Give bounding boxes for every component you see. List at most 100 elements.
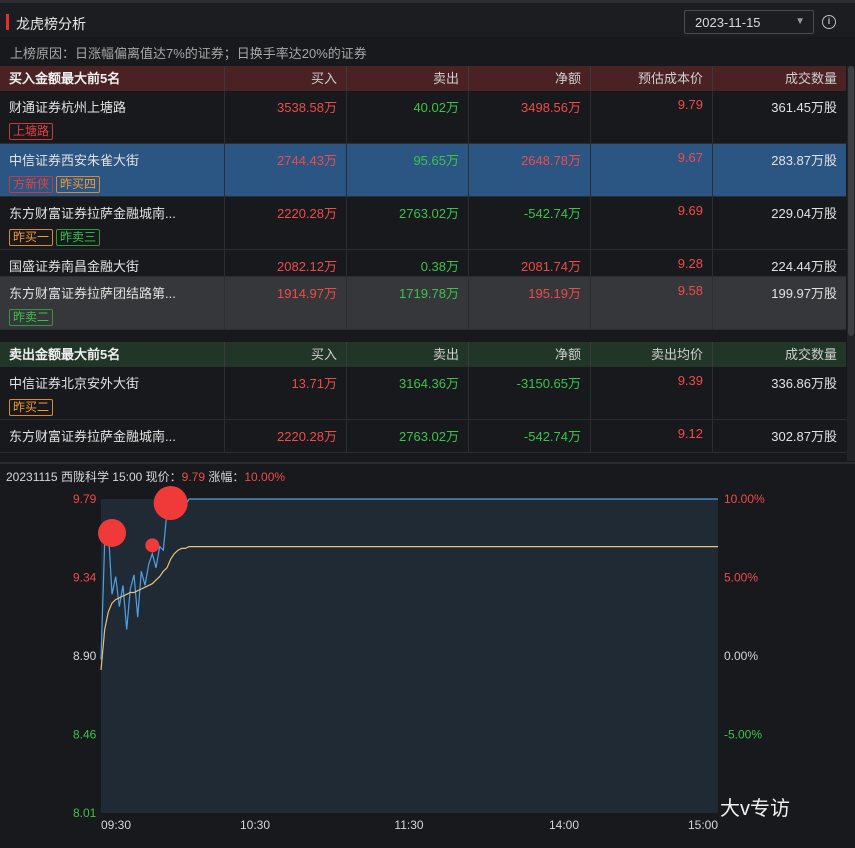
table-row[interactable]: 东方财富证券拉萨金融城南... 昨买一 昨卖三 2220.28万 2763.02万 -54…	[0, 197, 846, 250]
cell-price: 9.69	[677, 203, 703, 218]
cell-net: 3498.56万	[469, 91, 591, 143]
y-tick-label: 8.01	[73, 806, 97, 820]
seat-tag[interactable]: 上塘路	[9, 123, 54, 140]
cell-sell: 95.65万	[413, 153, 459, 168]
table-row[interactable]: 东方财富证券拉萨团结路第... 昨卖二 1914.97万 1719.78万 195.19…	[0, 277, 846, 330]
column-header[interactable]: 买入	[225, 342, 347, 367]
right-tick-label: -5.00%	[724, 728, 762, 742]
chart-info-line: 20231115 西陇科学 15:00 现价：9.79 涨幅：10.00%	[6, 468, 285, 485]
column-header[interactable]: 买入金额最大前5名	[0, 66, 225, 91]
cell-buy: 2220.28万	[225, 420, 347, 452]
chart-info-prefix: 20231115 西陇科学 15:00 现价：	[6, 470, 182, 484]
cell-vol: 229.04万股	[713, 197, 846, 249]
cell-sell: 2763.02万	[399, 429, 459, 444]
column-header[interactable]: 卖出均价	[591, 342, 713, 367]
cell-price: 9.39	[591, 367, 713, 419]
cell-price: 9.12	[591, 420, 713, 452]
cell-vol: 199.97万股	[771, 286, 837, 301]
cell-buy: 2082.12万	[277, 259, 337, 274]
cell-buy: 1914.97万	[277, 286, 337, 301]
panel-title: 龙虎榜分析	[16, 16, 86, 32]
y-tick-label: 9.79	[73, 492, 97, 506]
cell-net: -3150.65万	[469, 367, 591, 419]
cell-vol: 302.87万股	[771, 429, 837, 444]
cell-name: 国盛证券南昌金融大街	[0, 250, 225, 276]
cell-name: 国盛证券南昌金融大街	[9, 259, 140, 274]
table-scrollbar[interactable]	[847, 66, 855, 461]
cell-name: 东方财富证券拉萨金融城南...	[0, 420, 225, 452]
current-price: 9.79	[181, 470, 206, 484]
table-row[interactable]: 中信证券北京安外大街 昨买二 13.71万 3164.36万 -3150.65万 9.39…	[0, 367, 846, 420]
column-header[interactable]: 买入	[225, 66, 347, 91]
cell-buy: 2220.28万	[225, 197, 347, 249]
cell-buy: 2220.28万	[277, 206, 337, 221]
column-header[interactable]: 卖出	[347, 342, 469, 367]
cell-buy: 3538.58万	[277, 100, 337, 115]
cell-buy: 2744.43万	[277, 153, 337, 168]
cell-buy: 2082.12万	[225, 250, 347, 276]
seat-tag[interactable]: 昨卖二	[9, 309, 54, 326]
cell-sell: 0.38万	[420, 259, 459, 274]
info-icon[interactable]: i	[822, 15, 836, 29]
right-tick-label: 5.00%	[724, 571, 758, 585]
cell-vol: 224.44万股	[713, 250, 846, 276]
cell-price: 9.79	[677, 97, 703, 112]
event-marker	[145, 538, 160, 553]
seat-tag[interactable]: 昨卖三	[56, 229, 101, 246]
cell-net: 3498.56万	[521, 100, 581, 115]
cell-price: 9.58	[591, 277, 713, 329]
section-divider	[0, 462, 855, 464]
column-header[interactable]: 净额	[469, 342, 591, 367]
column-header[interactable]: 卖出金额最大前5名	[0, 342, 225, 367]
cell-name: 财通证券杭州上塘路 上塘路	[0, 91, 225, 143]
y-tick-label: 9.34	[73, 571, 97, 585]
cell-name: 东方财富证券拉萨团结路第...	[9, 286, 176, 301]
y-tick-label: 8.46	[73, 728, 97, 742]
x-tick-label: 14:00	[549, 818, 579, 832]
buy-top5-table: 买入金额最大前5名 买入 卖出 净额 预估成本价 成交数量财通证券杭州上塘路 上塘路 3538…	[0, 66, 846, 330]
column-header[interactable]: 净额	[469, 66, 591, 91]
event-marker	[98, 518, 126, 547]
change-label: 涨幅：	[205, 470, 245, 484]
column-header[interactable]: 成交数量	[713, 66, 846, 91]
cell-sell: 95.65万	[347, 144, 469, 196]
cell-buy: 2744.43万	[225, 144, 347, 196]
cell-price: 9.79	[591, 91, 713, 143]
scrollbar-thumb[interactable]	[848, 66, 854, 336]
cell-vol: 283.87万股	[713, 144, 846, 196]
table-row[interactable]: 中信证券西安朱雀大街 方新侠 昨买四 2744.43万 95.65万 2648.78万 9.…	[0, 144, 846, 197]
cell-vol: 361.45万股	[713, 91, 846, 143]
column-header[interactable]: 卖出	[347, 66, 469, 91]
cell-vol: 336.86万股	[771, 376, 837, 391]
cell-name: 东方财富证券拉萨金融城南...	[9, 206, 176, 221]
cell-net: 2648.78万	[469, 144, 591, 196]
seat-tag[interactable]: 昨买四	[56, 176, 101, 193]
right-tick-label: 0.00%	[724, 649, 758, 663]
cell-net: -542.74万	[469, 420, 591, 452]
cell-net: 2081.74万	[521, 259, 581, 274]
column-header[interactable]: 预估成本价	[591, 66, 713, 91]
cell-price: 9.67	[677, 150, 703, 165]
sell-top5-table: 卖出金额最大前5名 买入 卖出 净额 卖出均价 成交数量 中信证券北京安外大街 昨买二 13.7…	[0, 342, 846, 453]
cell-price: 9.28	[677, 256, 703, 271]
cell-sell: 3164.36万	[347, 367, 469, 419]
cell-name: 中信证券西安朱雀大街	[9, 153, 140, 168]
date-select[interactable]: 2023-11-15 ▼	[684, 10, 814, 34]
column-header[interactable]: 成交数量	[713, 342, 846, 367]
cell-net: 2648.78万	[521, 153, 581, 168]
table-row[interactable]: 财通证券杭州上塘路 上塘路 3538.58万 40.02万 3498.56万 9.79 36…	[0, 91, 846, 144]
cell-name: 东方财富证券拉萨团结路第... 昨卖二	[0, 277, 225, 329]
cell-sell: 2763.02万	[347, 420, 469, 452]
cell-net: -3150.65万	[516, 376, 581, 391]
table-row[interactable]: 国盛证券南昌金融大街 2082.12万 0.38万 2081.74万 9.28 224.4…	[0, 250, 846, 277]
seat-tag[interactable]: 方新侠	[9, 176, 54, 193]
cell-buy: 13.71万	[225, 367, 347, 419]
seat-tag[interactable]: 昨买一	[9, 229, 54, 246]
cell-vol: 302.87万股	[713, 420, 846, 452]
cell-vol: 224.44万股	[771, 259, 837, 274]
cell-name: 财通证券杭州上塘路	[9, 100, 127, 115]
seat-tag[interactable]: 昨买二	[9, 399, 54, 416]
table-row[interactable]: 东方财富证券拉萨金融城南... 2220.28万 2763.02万 -542.74万 9…	[0, 420, 846, 453]
cell-net: 195.19万	[528, 286, 581, 301]
cell-buy: 13.71万	[291, 376, 337, 391]
